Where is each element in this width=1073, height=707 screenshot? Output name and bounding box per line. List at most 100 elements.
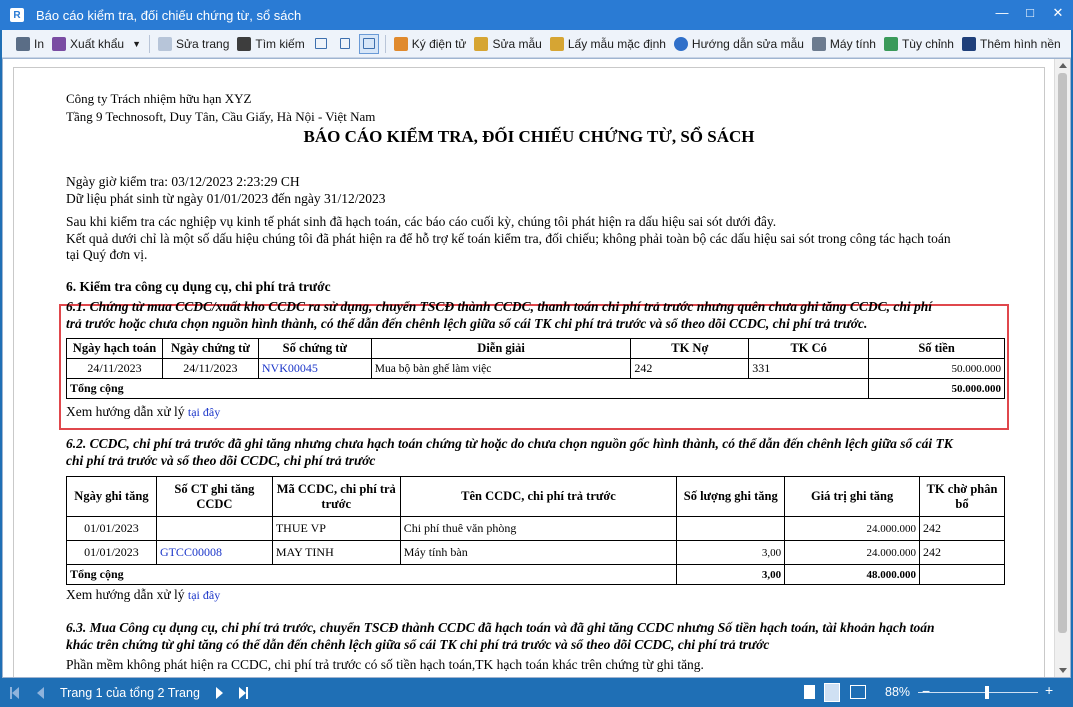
printer-icon bbox=[16, 36, 30, 51]
next-page-button[interactable] bbox=[215, 686, 223, 699]
calculator-button[interactable]: Máy tính bbox=[808, 33, 880, 55]
maximize-icon[interactable]: □ bbox=[1023, 6, 1037, 20]
guide-label: Xem hướng dẫn xử lý bbox=[66, 404, 185, 419]
guide-label: Hướng dẫn sửa mẫu bbox=[691, 36, 804, 51]
section-6-2-heading: chi phí trả trước và sổ theo dõi CCDC, c… bbox=[66, 453, 376, 468]
next-page-icon bbox=[215, 686, 223, 699]
col-header: Ngày ghi tăng bbox=[66, 476, 157, 517]
report-window: R Báo cáo kiểm tra, đối chiếu chứng từ, … bbox=[0, 0, 1073, 707]
last-page-icon bbox=[238, 686, 246, 699]
cell: 24.000.000 bbox=[784, 516, 921, 541]
calculator-label: Máy tính bbox=[829, 36, 876, 51]
cell bbox=[155, 516, 273, 541]
continuous-view-icon[interactable] bbox=[824, 683, 840, 702]
multi-page-view-button[interactable] bbox=[358, 33, 379, 54]
total-label: Tổng cộng bbox=[65, 378, 870, 399]
export-button[interactable]: Xuất khẩu ▼ bbox=[48, 33, 145, 55]
edit-page-button[interactable]: Sửa trang bbox=[154, 33, 233, 55]
fit-width-view-button[interactable] bbox=[335, 34, 355, 54]
chevron-down-icon: ▼ bbox=[132, 38, 141, 49]
certificate-icon bbox=[393, 36, 408, 51]
scroll-thumb[interactable] bbox=[1058, 73, 1067, 633]
two-page-view-icon[interactable] bbox=[850, 685, 866, 699]
e-sign-button[interactable]: Ký điện tử bbox=[390, 33, 471, 55]
table-row: 01/01/2023 GTCC00008 MAY TINH Máy tính b… bbox=[66, 540, 1005, 565]
title-bar: R Báo cáo kiểm tra, đối chiếu chứng từ, … bbox=[0, 0, 1073, 30]
guide-link[interactable]: tại đây bbox=[188, 405, 220, 419]
table-6-1: Ngày hạch toán Ngày chứng từ Số chứng từ… bbox=[65, 338, 1005, 399]
report-title: BÁO CÁO KIỂM TRA, ĐỐI CHIẾU CHỨNG TỪ, SỔ… bbox=[303, 127, 755, 146]
col-header: Mã CCDC, chi phí trả trước bbox=[271, 476, 401, 517]
last-page-button[interactable] bbox=[238, 686, 248, 699]
col-header: Số tiền bbox=[868, 338, 1005, 359]
find-button[interactable]: Tìm kiếm bbox=[233, 33, 308, 55]
scroll-down-icon[interactable] bbox=[1059, 668, 1067, 673]
scroll-up-icon[interactable] bbox=[1059, 63, 1067, 68]
guide-text: Xem hướng dẫn xử lý tại đây bbox=[66, 587, 220, 603]
total-row: Tổng cộng 50.000.000 bbox=[65, 378, 1005, 399]
zoom-slider-thumb[interactable] bbox=[985, 686, 989, 699]
cell: 50.000.000 bbox=[868, 358, 1005, 379]
edit-form-button[interactable]: Sửa mẫu bbox=[470, 33, 545, 55]
cell: 242 bbox=[919, 516, 1005, 541]
guide-button[interactable]: Hướng dẫn sửa mẫu bbox=[670, 33, 808, 55]
company-name: Công ty Trách nhiệm hữu hạn XYZ bbox=[66, 91, 252, 106]
table-header-row: Ngày ghi tăng Số CT ghi tăng CCDC Mã CCD… bbox=[66, 476, 1005, 517]
cell: Mua bộ bàn ghế làm việc bbox=[370, 358, 632, 379]
minimize-icon[interactable]: — bbox=[995, 6, 1009, 20]
print-button[interactable]: In bbox=[12, 33, 48, 55]
prev-page-button[interactable] bbox=[37, 686, 44, 699]
guide-link[interactable]: tại đây bbox=[188, 588, 220, 602]
col-header: Diễn giải bbox=[370, 338, 632, 359]
doc-link[interactable]: NVK00045 bbox=[257, 358, 372, 379]
vertical-scrollbar[interactable] bbox=[1054, 59, 1070, 677]
table-row: 24/11/2023 24/11/2023 NVK00045 Mua bộ bà… bbox=[66, 358, 1005, 379]
default-form-button[interactable]: Lấy mẫu mặc định bbox=[546, 33, 670, 55]
edit-form-label: Sửa mẫu bbox=[492, 36, 542, 51]
cell: 242 bbox=[630, 358, 750, 379]
zoom-out-icon[interactable]: − bbox=[922, 683, 930, 699]
doc-link[interactable]: GTCC00008 bbox=[155, 540, 273, 565]
col-header: TK chờ phân bổ bbox=[919, 476, 1005, 517]
toolbar: In Xuất khẩu ▼ Sửa trang Tìm kiếm Ký điện… bbox=[2, 30, 1071, 58]
col-header: Số lượng ghi tăng bbox=[676, 476, 786, 517]
col-header: TK Nợ bbox=[630, 338, 750, 359]
cell: 242 bbox=[919, 540, 1005, 565]
zoom-in-icon[interactable]: + bbox=[1045, 682, 1053, 698]
pencil-icon bbox=[157, 36, 172, 51]
last-page-icon bbox=[245, 686, 248, 699]
save-icon bbox=[52, 36, 67, 51]
add-background-button[interactable]: Thêm hình nền bbox=[958, 33, 1065, 55]
e-sign-label: Ký điện tử bbox=[411, 36, 467, 51]
page-width-icon bbox=[339, 38, 350, 49]
toolbar-separator bbox=[384, 34, 386, 53]
ruler-icon bbox=[474, 36, 489, 51]
section-6-3-heading: khác trên chứng từ ghi tăng có thể dẫn đ… bbox=[66, 637, 770, 652]
single-page-view-icon[interactable] bbox=[804, 685, 815, 699]
customize-button[interactable]: Tùy chỉnh bbox=[880, 33, 958, 55]
add-background-label: Thêm hình nền bbox=[979, 36, 1061, 51]
cell: 3,00 bbox=[676, 540, 786, 565]
cell: 24/11/2023 bbox=[161, 358, 259, 379]
find-label: Tìm kiếm bbox=[255, 36, 305, 51]
total-amount: 50.000.000 bbox=[868, 378, 1005, 399]
report-page: Công ty Trách nhiệm hữu hạn XYZ Tầng 9 T… bbox=[13, 67, 1045, 677]
image-icon bbox=[961, 36, 976, 51]
table-6-2: Ngày ghi tăng Số CT ghi tăng CCDC Mã CCD… bbox=[65, 476, 1005, 585]
col-header: Tên CCDC, chi phí trả trước bbox=[399, 476, 678, 517]
intro-text: tại Quý đơn vị. bbox=[66, 247, 148, 262]
customize-icon bbox=[883, 36, 898, 51]
default-form-label: Lấy mẫu mặc định bbox=[567, 36, 666, 51]
section-6-heading: 6. Kiểm tra công cụ dụng cụ, chi phí trả… bbox=[66, 279, 331, 294]
customize-label: Tùy chỉnh bbox=[901, 36, 954, 51]
cell: THUE VP bbox=[271, 516, 401, 541]
page-view-icon bbox=[314, 38, 327, 49]
zoom-slider-track[interactable] bbox=[918, 692, 1038, 693]
binoculars-icon bbox=[237, 36, 252, 51]
first-page-button[interactable] bbox=[10, 686, 19, 699]
close-icon[interactable]: ✕ bbox=[1051, 6, 1065, 20]
cell: MAY TINH bbox=[271, 540, 401, 565]
total-label: Tổng cộng bbox=[65, 564, 678, 585]
intro-text: Kết quả dưới chỉ là một số dấu hiệu chún… bbox=[66, 231, 951, 246]
single-page-view-button[interactable] bbox=[311, 34, 331, 54]
